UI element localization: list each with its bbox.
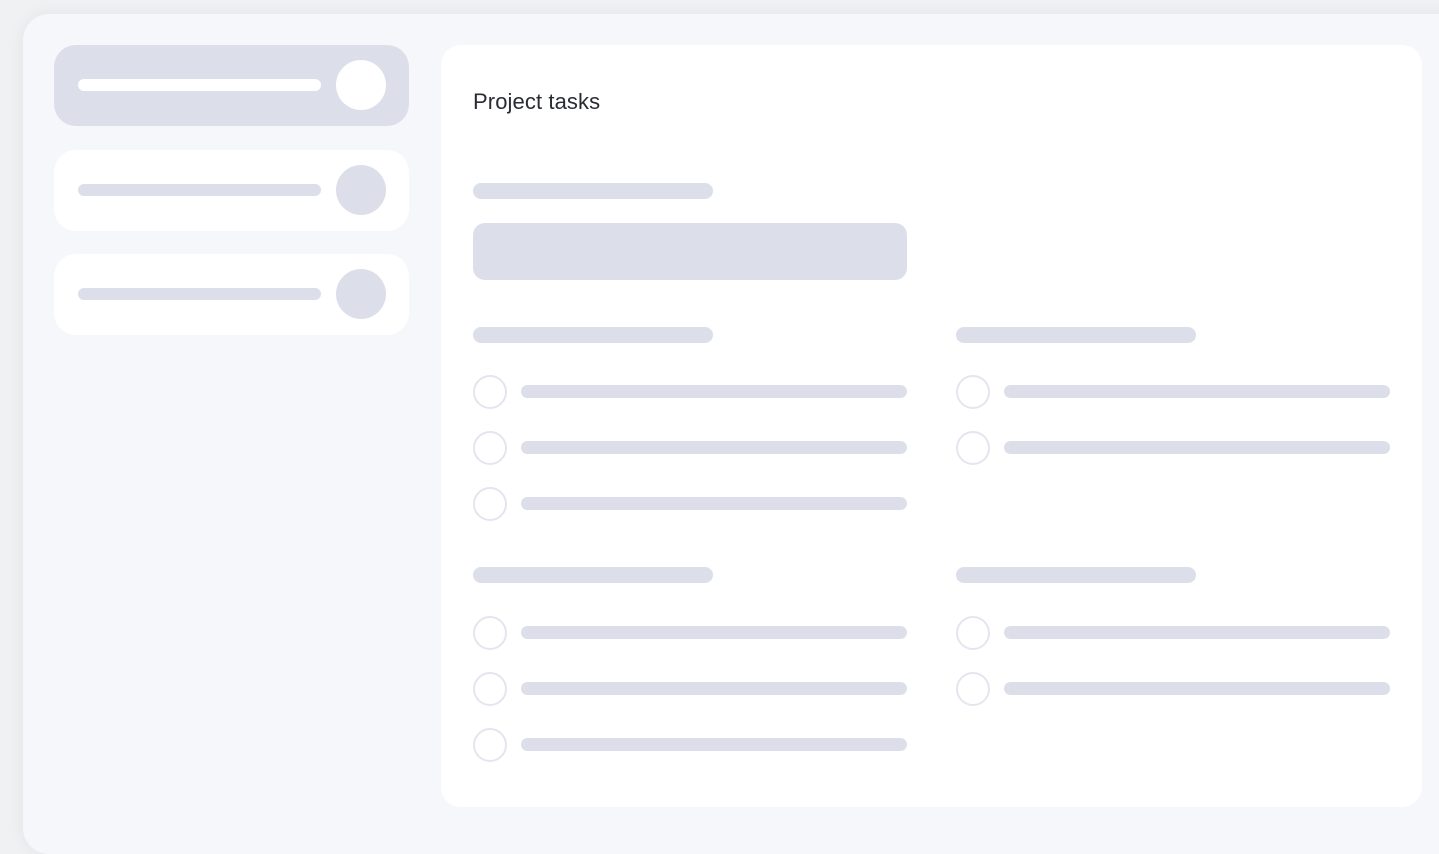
empty-circle-checkbox-icon[interactable]: [473, 431, 507, 465]
task-row[interactable]: [956, 616, 1392, 650]
avatar-placeholder-icon: [336, 165, 386, 215]
section-heading-placeholder: [473, 327, 713, 343]
sidebar-item-1[interactable]: [54, 45, 409, 126]
section-heading-placeholder: [956, 567, 1196, 583]
page-title: Project tasks: [473, 89, 601, 114]
task-label-placeholder: [521, 441, 907, 454]
task-label-placeholder: [521, 738, 907, 751]
sidebar-item-3[interactable]: [54, 254, 409, 335]
input-field-placeholder[interactable]: [473, 223, 907, 280]
task-row[interactable]: [473, 728, 909, 762]
app-window: Project tasks: [23, 14, 1439, 854]
section-heading-placeholder: [956, 327, 1196, 343]
sidebar-item-2[interactable]: [54, 150, 409, 231]
task-label-placeholder: [1004, 682, 1390, 695]
main-panel: Project tasks: [441, 45, 1422, 807]
empty-circle-checkbox-icon[interactable]: [473, 672, 507, 706]
task-label-placeholder: [1004, 385, 1390, 398]
empty-circle-checkbox-icon[interactable]: [473, 375, 507, 409]
empty-circle-checkbox-icon[interactable]: [473, 487, 507, 521]
task-row[interactable]: [473, 672, 909, 706]
section-heading-placeholder: [473, 567, 713, 583]
task-row[interactable]: [473, 487, 909, 521]
empty-circle-checkbox-icon[interactable]: [956, 672, 990, 706]
task-row[interactable]: [956, 672, 1392, 706]
task-row[interactable]: [473, 616, 909, 650]
sidebar-item-label-placeholder: [78, 184, 321, 196]
task-label-placeholder: [521, 385, 907, 398]
task-row[interactable]: [956, 375, 1392, 409]
empty-circle-checkbox-icon[interactable]: [473, 728, 507, 762]
empty-circle-checkbox-icon[interactable]: [956, 431, 990, 465]
task-label-placeholder: [521, 626, 907, 639]
sidebar-item-label-placeholder: [78, 79, 321, 91]
empty-circle-checkbox-icon[interactable]: [473, 616, 507, 650]
task-row[interactable]: [956, 431, 1392, 465]
empty-circle-checkbox-icon[interactable]: [956, 375, 990, 409]
avatar-placeholder-icon: [336, 269, 386, 319]
task-label-placeholder: [1004, 441, 1390, 454]
task-label-placeholder: [521, 497, 907, 510]
task-row[interactable]: [473, 431, 909, 465]
task-label-placeholder: [521, 682, 907, 695]
field-label-placeholder: [473, 183, 713, 199]
task-label-placeholder: [1004, 626, 1390, 639]
sidebar-item-label-placeholder: [78, 288, 321, 300]
avatar-placeholder-icon: [336, 60, 386, 110]
empty-circle-checkbox-icon[interactable]: [956, 616, 990, 650]
task-row[interactable]: [473, 375, 909, 409]
